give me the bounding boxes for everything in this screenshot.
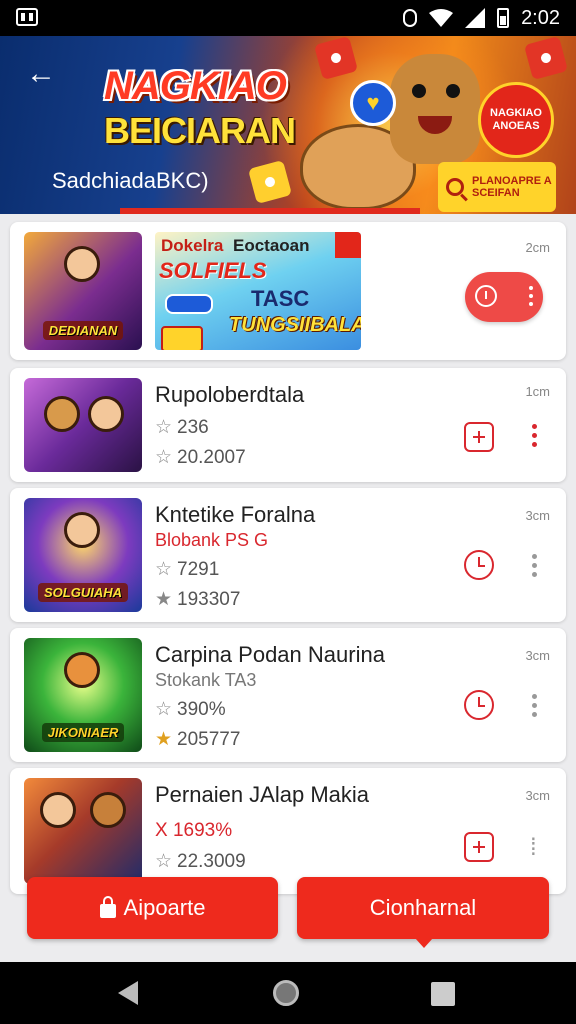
status-time: 2:02 — [521, 6, 560, 29]
lock-icon — [99, 896, 116, 918]
character-art — [64, 246, 100, 282]
item-time: 2cm — [525, 240, 550, 255]
promo-text: Dokelra — [161, 236, 224, 255]
battery-icon — [497, 8, 510, 28]
toggle-button[interactable] — [465, 272, 543, 322]
status-bar: 2:02 — [0, 0, 576, 36]
banner-title: NAGKIAO — [104, 64, 287, 108]
star-outline-icon: ☆ — [155, 559, 173, 580]
signal-icon — [465, 8, 486, 28]
item-time: 3cm — [525, 788, 550, 803]
star-outline-icon: ☆ — [155, 447, 173, 468]
item-time: 1cm — [525, 384, 550, 399]
item-stat: X 1693% — [155, 820, 233, 841]
promo-text: Eoctaoan — [233, 236, 310, 255]
nav-home-icon[interactable] — [273, 980, 299, 1006]
character-art — [88, 396, 124, 432]
item-stat: 193307 — [177, 589, 241, 610]
right-action-button[interactable]: Cionharnal — [297, 877, 549, 948]
list-item[interactable]: JIKONIAER Carpina Podan Naurina Stokank … — [10, 628, 566, 762]
banner-stripe — [120, 208, 420, 214]
item-stat: 236 — [177, 417, 209, 438]
list-item[interactable]: Rupoloberdtala ☆ 236 ☆ 20.2007 1cm — [10, 368, 566, 482]
add-box-icon[interactable] — [464, 832, 494, 862]
more-vertical-icon[interactable] — [530, 554, 538, 580]
game-thumbnail: SOLGUIAHA — [24, 498, 142, 612]
star-outline-icon: ☆ — [155, 699, 173, 720]
vibrate-icon — [403, 9, 418, 27]
thumbnail-label: SOLGUIAHA — [38, 583, 128, 602]
more-vertical-icon[interactable] — [530, 424, 538, 450]
item-subtitle: Stokank TA3 — [155, 670, 257, 690]
game-thumbnail — [24, 778, 142, 884]
star-outline-icon: ☆ — [155, 417, 173, 438]
back-arrow-icon[interactable]: ← — [26, 58, 58, 90]
character-art — [90, 792, 126, 828]
promo-corner — [335, 232, 361, 258]
star-icon: ★ — [155, 729, 173, 750]
item-title: Kntetike Foralna — [155, 502, 316, 527]
notification-icon — [16, 8, 38, 26]
promo-chip — [165, 294, 213, 314]
header-banner: ♥ ← NAGKIAO BEICIARAN SadchiadaBKC) NAGK… — [0, 36, 576, 214]
promo-chip — [161, 326, 203, 350]
mascot-illustration — [390, 54, 480, 164]
item-title: Pernaien JAlap Makia — [155, 782, 370, 807]
banner-subtitle: BEICIARAN — [104, 110, 296, 151]
nav-back-icon[interactable] — [118, 981, 138, 1005]
more-vertical-icon[interactable] — [530, 694, 538, 720]
game-thumbnail: DEDIANAN — [24, 232, 142, 350]
list-item[interactable]: SOLGUIAHA Kntetike Foralna Blobank PS G … — [10, 488, 566, 622]
left-action-button[interactable]: Aipoarte — [27, 877, 278, 939]
item-time: 3cm — [525, 508, 550, 523]
clock-icon[interactable] — [464, 690, 494, 720]
search-tag-label: PLANOAPRE A SCEIFAN — [472, 175, 552, 199]
add-box-icon[interactable] — [464, 422, 494, 452]
promo-text: TUNGSIIBALA — [229, 314, 361, 336]
character-art — [40, 792, 76, 828]
character-art — [44, 396, 80, 432]
list-item[interactable]: DEDIANAN Dokelra Eoctaoan SOLFIELS TASC … — [10, 222, 566, 360]
more-vertical-icon[interactable]: ⁞ — [530, 834, 542, 861]
item-stat: 390% — [177, 699, 226, 720]
more-icon — [529, 286, 533, 310]
star-icon: ★ — [155, 589, 173, 610]
promo-text: SOLFIELS — [159, 258, 267, 283]
item-stat: 22.3009 — [177, 851, 246, 872]
item-stat: 205777 — [177, 729, 241, 750]
item-title: Carpina Podan Naurina — [155, 642, 385, 667]
wifi-icon — [429, 9, 454, 27]
promo-image: Dokelra Eoctaoan SOLFIELS TASC TUNGSIIBA… — [155, 232, 361, 350]
banner-badge: NAGKIAO ANOEAS — [478, 82, 554, 158]
left-action-label: Aipoarte — [123, 895, 206, 920]
search-icon — [446, 178, 464, 196]
game-thumbnail — [24, 378, 142, 472]
power-icon — [475, 285, 497, 307]
item-stat: 7291 — [177, 559, 220, 580]
heart-icon: ♥ — [350, 80, 396, 126]
clock-icon[interactable] — [464, 550, 494, 580]
item-title: Rupoloberdtala — [155, 382, 305, 407]
banner-search-tag[interactable]: PLANOAPRE A SCEIFAN — [438, 162, 556, 212]
thumbnail-label: DEDIANAN — [42, 321, 124, 340]
status-icons: 2:02 — [403, 0, 560, 36]
banner-tagline: SadchiadaBKC) — [52, 168, 209, 193]
dice-decoration — [523, 36, 569, 81]
navigation-bar — [0, 962, 576, 1024]
character-art — [64, 512, 100, 548]
item-time: 3cm — [525, 648, 550, 663]
item-subtitle: Blobank PS G — [155, 530, 269, 550]
game-thumbnail: JIKONIAER — [24, 638, 142, 752]
nav-recents-icon[interactable] — [431, 982, 455, 1006]
list-item[interactable]: Pernaien JAlap Makia X 1693% ☆ 22.3009 3c… — [10, 768, 566, 894]
promo-text: TASC — [251, 286, 310, 311]
thumbnail-label: JIKONIAER — [41, 723, 125, 742]
right-action-label: Cionharnal — [369, 895, 477, 920]
item-stat: 20.2007 — [177, 447, 246, 468]
star-outline-icon: ☆ — [155, 851, 173, 872]
character-art — [64, 652, 100, 688]
